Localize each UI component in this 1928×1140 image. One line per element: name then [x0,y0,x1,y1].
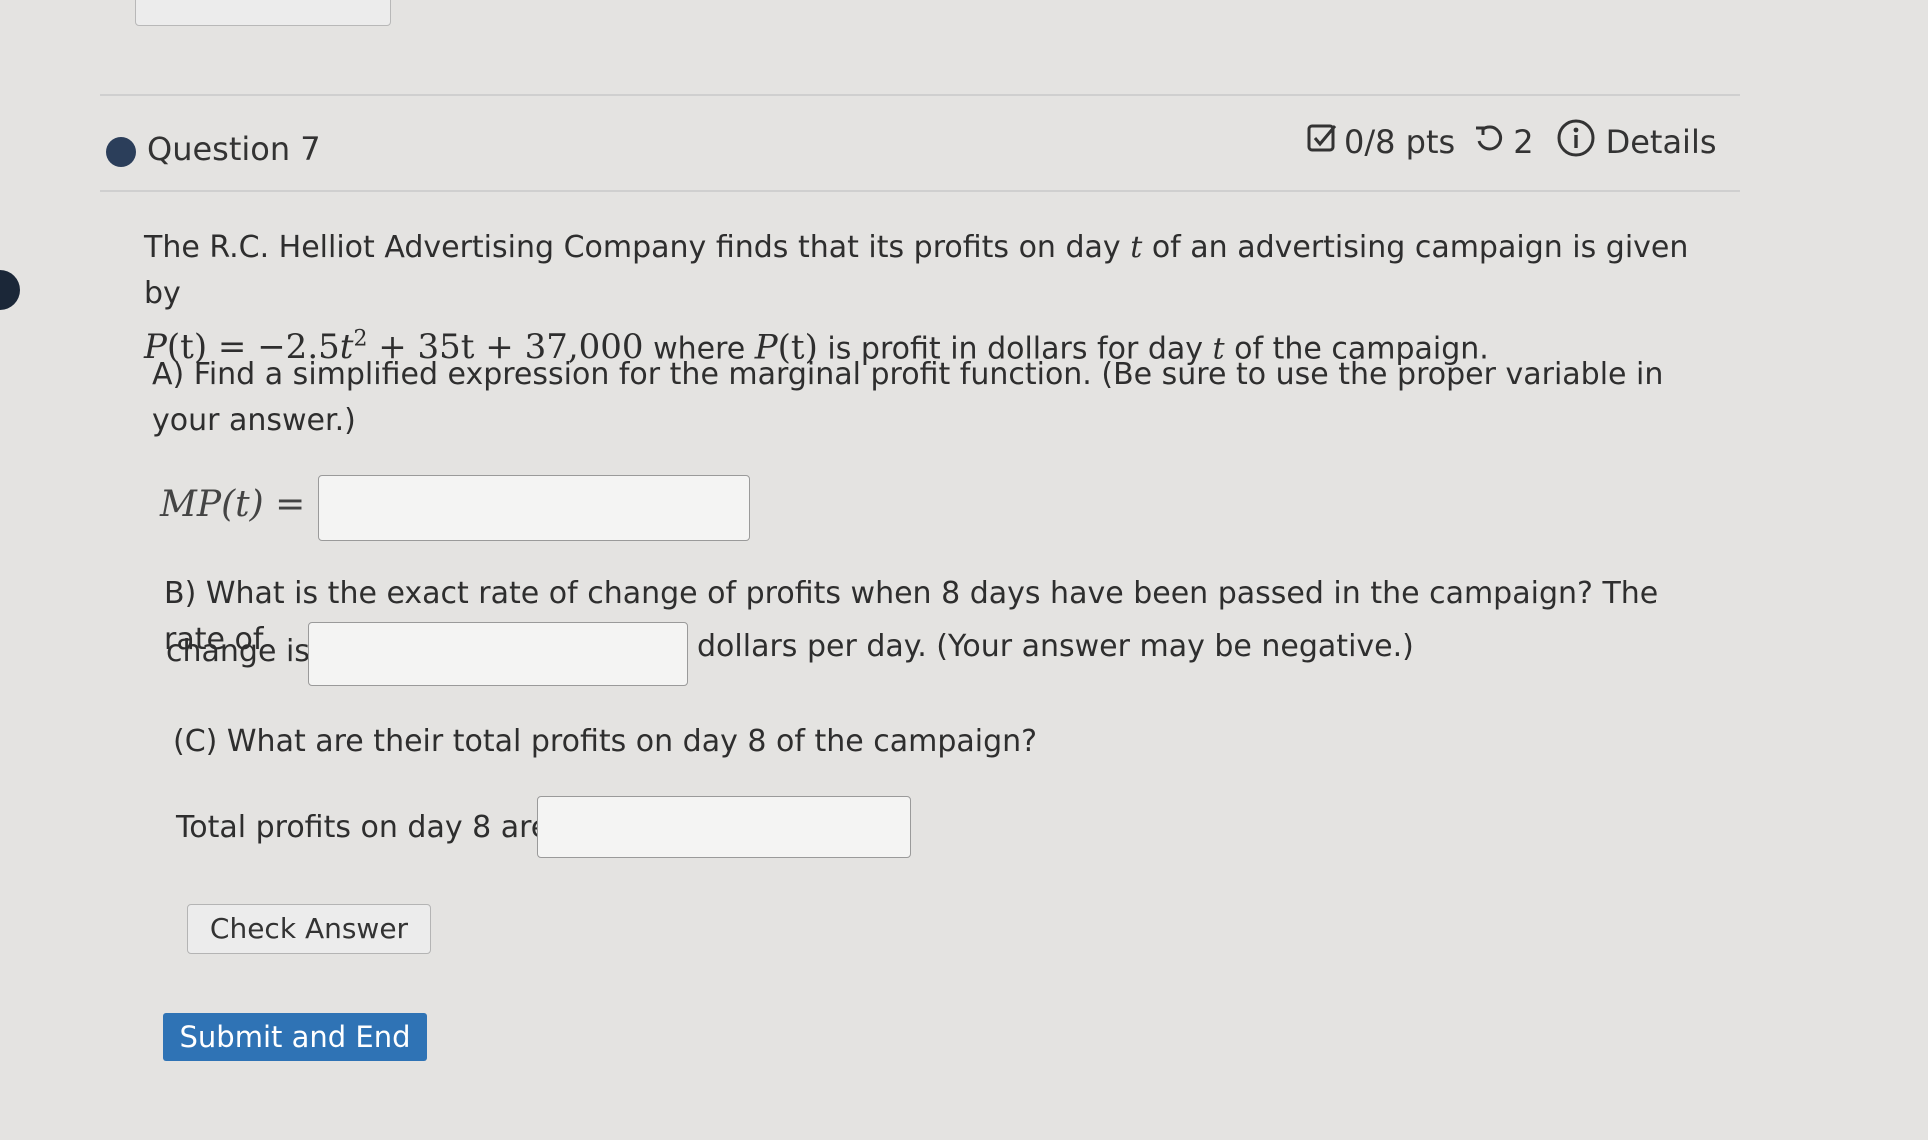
part-c-prompt: (C) What are their total profits on day … [173,724,1038,759]
question-meta: 0/8 pts 2 Details [1306,118,1717,166]
marginal-profit-input[interactable] [318,475,750,541]
question-title: Question 7 [147,130,321,168]
question-status-dot [106,137,136,167]
total-profits-input[interactable] [537,796,911,858]
retry-icon [1473,122,1505,162]
details-link[interactable]: Details [1606,123,1717,161]
marginal-profit-label: MP(t) = [160,484,306,525]
problem-text: The R.C. Helliot Advertising Company fin… [144,230,1121,265]
problem-statement: The R.C. Helliot Advertising Company fin… [144,225,1704,372]
total-profits-label: Total profits on day 8 are [176,810,550,845]
part-a-prompt: A) Find a simplified expression for the … [152,357,1664,438]
check-answer-button-previous[interactable]: Check Answer [135,0,391,26]
part-b-suffix: dollars per day. (Your answer may be neg… [697,629,1414,664]
variable-t: t [1130,230,1143,265]
submit-and-end-button[interactable]: Submit and End [163,1013,427,1061]
checkbox-score-icon [1306,122,1338,162]
divider [100,94,1740,96]
check-answer-button[interactable]: Check Answer [187,904,431,954]
points-text: 0/8 pts [1344,123,1456,161]
divider [100,190,1740,192]
retries-count: 2 [1513,123,1534,161]
info-icon[interactable] [1556,118,1596,166]
part-b-label: change is [166,634,310,669]
rate-of-change-input[interactable] [308,622,688,686]
side-tab-marker [0,270,20,310]
